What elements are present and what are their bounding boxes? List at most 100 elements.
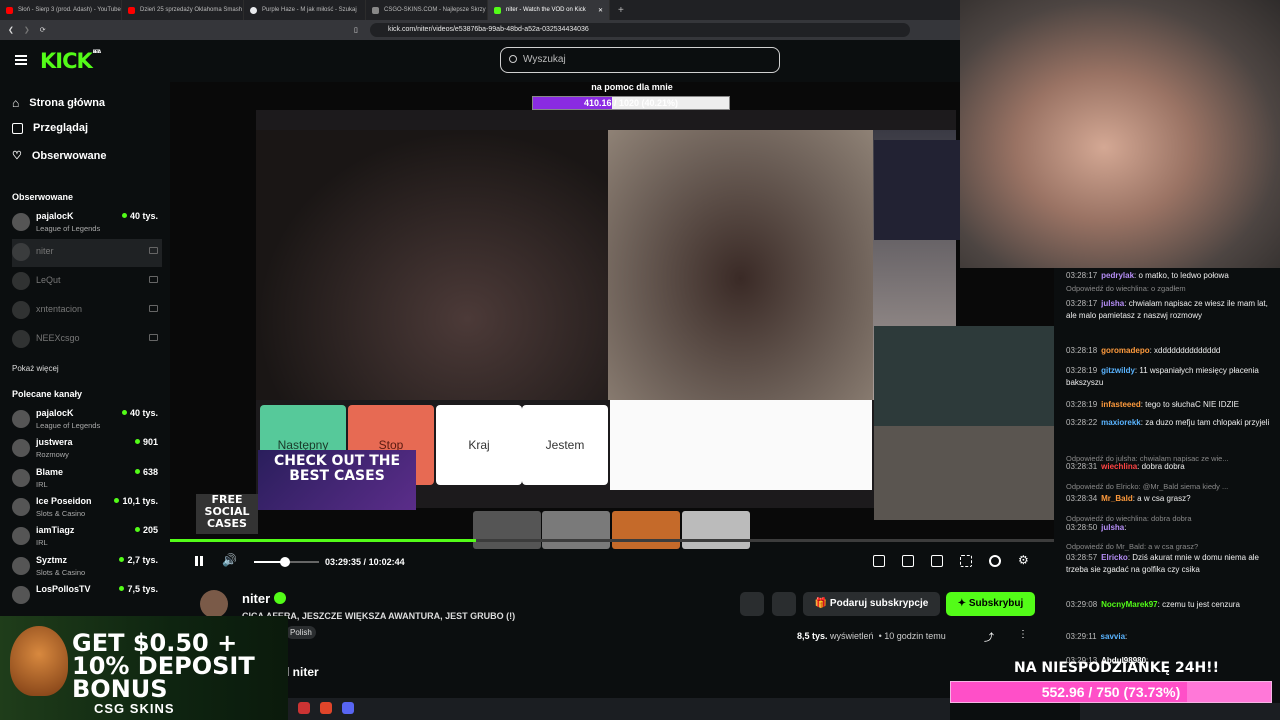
discord-icon[interactable] — [342, 702, 354, 714]
video-screen-content: Następny Stop Kraj Jestem — [256, 110, 956, 508]
avatar — [12, 243, 30, 261]
avatar — [12, 272, 30, 290]
sidebar-channel[interactable]: Blame IRL 638 — [12, 465, 162, 493]
browser-tab[interactable]: Purple Haze - M jak miłość - Szukaj — [244, 0, 366, 20]
nav-browse[interactable]: Przeglądaj — [12, 122, 88, 134]
share-icon[interactable]: ⤴ — [984, 629, 994, 644]
volume-slider[interactable] — [254, 557, 319, 567]
chat-username[interactable]: julsha — [1101, 523, 1124, 532]
sidebar-channel[interactable]: LeQut — [12, 268, 162, 296]
chat-username[interactable]: savvia — [1101, 632, 1125, 641]
chat-username[interactable]: gitzwildy — [1101, 366, 1135, 375]
heart-icon[interactable] — [772, 592, 796, 616]
volume-knob[interactable] — [280, 557, 291, 567]
pause-icon[interactable] — [193, 555, 205, 567]
sidebar-channel[interactable]: Ice Poseidon Slots & Casino 10,1 tys. — [12, 494, 162, 522]
sidebar-channel[interactable]: Syztmz Slots & Casino 2,7 tys. — [12, 553, 162, 581]
sidebar-channel[interactable]: NEEXcsgo — [12, 326, 162, 354]
side-camera-3 — [874, 426, 1054, 520]
language-tag[interactable]: Polish — [286, 626, 316, 639]
ad-check-out-cases: CHECK OUT THE BEST CASES — [258, 450, 416, 510]
side-camera-strip — [874, 140, 960, 240]
viewer-count: 7,5 tys. — [119, 584, 158, 594]
speed-icon[interactable] — [989, 555, 1001, 567]
chat-timestamp: 03:28:17 — [1066, 271, 1098, 280]
subscribe-button[interactable]: ✦ Subskrybuj — [946, 592, 1035, 616]
sidebar-channel[interactable]: xntentacion — [12, 297, 162, 325]
sidebar-channel[interactable]: LosPollosTV 7,5 tys. — [12, 582, 162, 610]
browser-tab-active[interactable]: niter - Watch the VOD on Kick ✕ — [488, 0, 610, 20]
about-heading: l niter — [286, 665, 319, 679]
clip-icon[interactable] — [902, 555, 914, 567]
browser-tab[interactable]: CSGO-SKINS.COM - Najlepsze Skrzy — [366, 0, 488, 20]
channel-category: IRL — [36, 480, 48, 489]
seek-bar[interactable] — [170, 539, 1054, 542]
browser-tab[interactable]: Dzień 25 sprzedaży Oklahoma Smash — [122, 0, 244, 20]
chat-timestamp: 03:28:50 — [1066, 523, 1098, 532]
chat-username[interactable]: wiechlina — [1101, 462, 1137, 471]
gear-icon[interactable]: ⚙ — [1018, 553, 1030, 567]
bell-icon[interactable] — [740, 592, 764, 616]
chat-timestamp: 03:28:19 — [1066, 366, 1098, 375]
avatar — [12, 498, 30, 516]
nav-label: Przeglądaj — [33, 122, 89, 134]
new-tab-icon[interactable]: + — [618, 5, 624, 16]
chat-message: 03:28:34 Mr_Bald: a w csa grasz? — [1066, 493, 1276, 505]
star-icon: ✦ — [957, 598, 969, 609]
chat-username[interactable]: Mr_Bald — [1101, 494, 1133, 503]
brave-icon[interactable] — [320, 702, 332, 714]
chat-timestamp: 03:28:17 — [1066, 299, 1098, 308]
reload-icon[interactable]: ⟳ — [40, 26, 46, 34]
chat-username[interactable]: maxiorekk — [1101, 418, 1141, 427]
sidebar-channel[interactable]: pajalocK League of Legends 40 tys. — [12, 406, 162, 434]
fullscreen-icon[interactable] — [960, 555, 972, 567]
chat-timestamp: 03:28:57 — [1066, 553, 1098, 562]
chat-username[interactable]: infasteeed — [1101, 400, 1141, 409]
video-meta: 8,5 tys. wyświetleń • 10 godzin temu — [797, 631, 946, 641]
avatar — [12, 410, 30, 428]
chat-username[interactable]: NocnyMarek97 — [1101, 600, 1157, 609]
streamer-name[interactable]: niter — [242, 591, 287, 606]
sidebar-channel[interactable]: niter — [12, 239, 162, 267]
forward-icon[interactable]: ❯ — [24, 26, 30, 34]
more-options-icon[interactable]: ⋮ — [1018, 629, 1028, 640]
chat-username[interactable]: Elricko — [1101, 553, 1128, 562]
viewer-count: 205 — [135, 525, 158, 535]
site-favicon-icon — [372, 6, 379, 14]
browser-tab-bar: Słoń - Sierp 3 (prod. Adash) - YouTube D… — [0, 0, 960, 20]
browser-tab[interactable]: Słoń - Sierp 3 (prod. Adash) - YouTube — [0, 0, 122, 20]
streamer-avatar[interactable] — [200, 590, 228, 618]
gift-sub-button[interactable]: 🎁 Podaruj subskrypcje — [803, 592, 940, 616]
sidebar-channel[interactable]: pajalocK League of Legends 40 tys. — [12, 209, 162, 237]
close-icon[interactable]: ✕ — [598, 7, 603, 14]
time-display: 03:29:35 / 10:02:44 — [325, 557, 405, 567]
gender-button-graphic: Jestem — [522, 405, 608, 485]
menu-icon[interactable] — [15, 55, 27, 65]
sidebar-channel[interactable]: iamTiagz IRL 205 — [12, 523, 162, 551]
chat-username[interactable]: goromadepo — [1101, 346, 1149, 355]
miniplayer-icon[interactable] — [873, 555, 885, 567]
chat-text: tego to słuchaC NIE IDZIE — [1145, 400, 1239, 409]
back-icon[interactable]: ❮ — [8, 26, 14, 34]
time-total: 10:02:44 — [368, 557, 405, 567]
nav-home[interactable]: ⌂ Strona główna — [12, 96, 105, 110]
nav-following[interactable]: ♡ Obserwowane — [12, 149, 106, 163]
channel-name: Blame — [36, 467, 64, 477]
taskbar-app-icon[interactable] — [298, 702, 310, 714]
channel-name: iamTiagz — [36, 525, 75, 535]
chat-username[interactable]: pedrylak — [1101, 271, 1134, 280]
volume-icon[interactable]: 🔊 — [222, 553, 237, 567]
url-field[interactable]: kick.com/niter/videos/e53876ba-99ab-48bd… — [370, 23, 910, 37]
bookmark-icon[interactable]: ▯ — [354, 26, 358, 34]
avatar — [12, 557, 30, 575]
chat-username[interactable]: julsha — [1101, 299, 1124, 308]
show-more-link[interactable]: Pokaż więcej — [12, 364, 59, 373]
theater-mode-icon[interactable] — [931, 555, 943, 567]
kick-logo[interactable]: KICKBETA — [40, 49, 101, 73]
chat-text: za duzo mefju tam chlopaki przyjeli — [1145, 418, 1270, 427]
search-input[interactable]: Wyszukaj — [500, 47, 780, 73]
kick-favicon-icon — [494, 6, 501, 14]
goal-title: NA NIESPODZIANKĘ 24H!! — [1014, 660, 1219, 676]
sidebar-channel[interactable]: justwera Rozmowy 901 — [12, 435, 162, 463]
chat-message: 03:28:17 julsha: chwialam napisac ze wies… — [1066, 298, 1276, 322]
